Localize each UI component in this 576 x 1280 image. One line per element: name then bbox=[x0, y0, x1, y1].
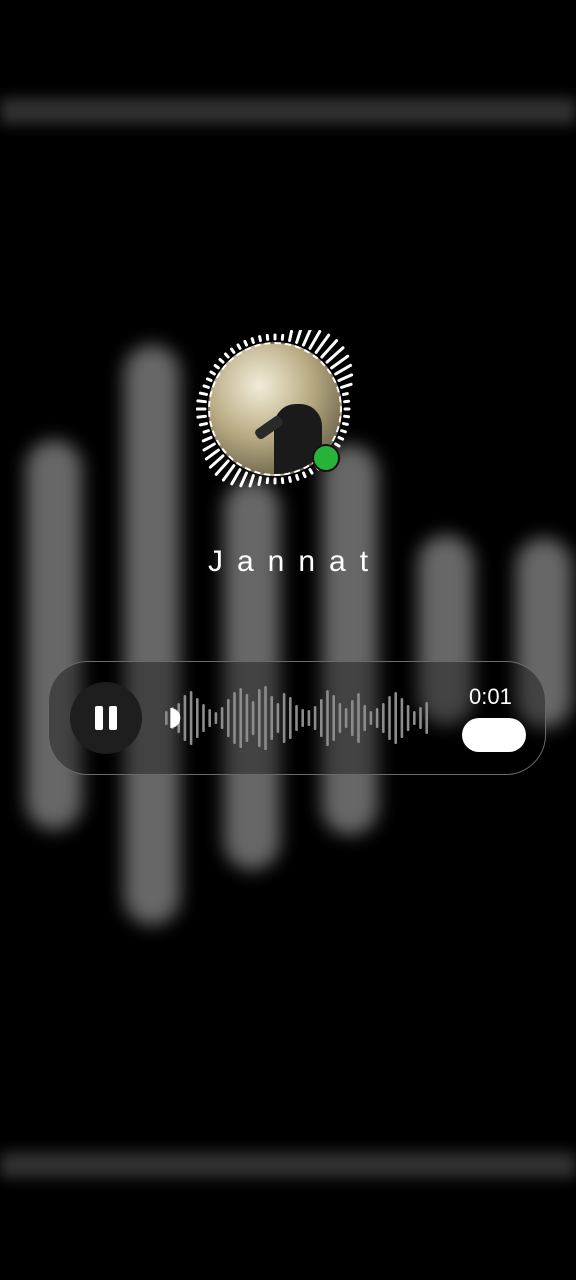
waveform-bar bbox=[165, 711, 168, 725]
pause-button[interactable] bbox=[70, 682, 142, 754]
waveform-bar bbox=[270, 696, 273, 740]
visualizer-tick bbox=[341, 392, 349, 396]
waveform-bar bbox=[196, 698, 199, 738]
waveform-bar bbox=[202, 704, 205, 732]
waveform-bar bbox=[189, 691, 193, 745]
waveform-bar bbox=[338, 703, 342, 733]
waveform-bar bbox=[313, 706, 317, 730]
visualizer-tick bbox=[258, 335, 262, 343]
waveform-bar bbox=[264, 686, 267, 750]
visualizer-tick bbox=[202, 442, 216, 452]
waveform-bar bbox=[425, 702, 428, 734]
visualizer-tick bbox=[198, 391, 209, 396]
visualizer-tick bbox=[337, 373, 354, 383]
waveform-bar bbox=[282, 693, 286, 743]
waveform-bar bbox=[406, 705, 410, 731]
pause-icon bbox=[109, 706, 117, 730]
visualizer-tick bbox=[202, 384, 210, 389]
visualizer-tick bbox=[334, 363, 353, 376]
visualizer-tick bbox=[340, 382, 353, 389]
visualizer-tick bbox=[236, 343, 242, 350]
visualizer-tick bbox=[196, 399, 207, 404]
waveform-bar bbox=[289, 697, 292, 739]
background-bar bbox=[124, 345, 180, 925]
waveform-bar bbox=[375, 708, 379, 728]
waveform-bar bbox=[394, 692, 397, 744]
waveform-bar bbox=[369, 711, 373, 725]
visualizer-tick bbox=[295, 330, 303, 344]
waveform-bar bbox=[276, 703, 280, 733]
visualizer-tick bbox=[208, 454, 225, 469]
elapsed-time: 0:01 bbox=[469, 684, 512, 709]
waveform-bar bbox=[214, 712, 218, 724]
visualizer-tick bbox=[218, 357, 225, 364]
waveform-bar bbox=[301, 709, 304, 727]
visualizer-tick bbox=[201, 435, 213, 443]
waveform-bar bbox=[307, 710, 311, 726]
online-status-icon bbox=[312, 444, 340, 472]
waveform-bar bbox=[419, 707, 422, 729]
background-bar bbox=[322, 445, 378, 835]
visualizer-tick bbox=[230, 468, 242, 486]
visualizer-tick bbox=[288, 330, 293, 343]
waveform-bar bbox=[413, 711, 416, 725]
pause-icon bbox=[95, 706, 103, 730]
visualizer-tick bbox=[202, 429, 210, 434]
waveform-bar bbox=[326, 690, 329, 746]
waveform-bar bbox=[245, 694, 249, 742]
visualizer-tick bbox=[334, 442, 341, 448]
visualizer-tick bbox=[214, 459, 230, 476]
visualizer-tick bbox=[248, 474, 255, 488]
visualizer-tick bbox=[301, 330, 312, 347]
waveform-bar bbox=[382, 703, 385, 733]
visualizer-tick bbox=[250, 337, 255, 344]
waveform-bar bbox=[183, 695, 187, 741]
waveform-bar bbox=[357, 693, 360, 743]
waveform-bar bbox=[363, 705, 366, 731]
visualizer-tick bbox=[337, 435, 345, 441]
visualizer-tick bbox=[204, 448, 220, 461]
waveform-bar bbox=[344, 708, 348, 728]
waveform-bar bbox=[233, 692, 236, 744]
waveform-bar bbox=[320, 699, 323, 737]
visualizer-tick bbox=[288, 475, 292, 483]
visualizer-tick bbox=[209, 370, 216, 376]
visualizer-tick bbox=[223, 352, 230, 359]
visualizer-tick bbox=[230, 347, 236, 354]
waveform-bar bbox=[227, 699, 230, 737]
visualizer-tick bbox=[221, 464, 236, 482]
visualizer-tick bbox=[196, 414, 207, 419]
waveform-bar bbox=[388, 696, 391, 740]
visualizer-tick bbox=[198, 422, 209, 427]
background-visualizer bbox=[0, 0, 576, 1280]
visualizer-tick bbox=[308, 330, 322, 350]
waveform-bar bbox=[220, 707, 224, 729]
visualizer-tick bbox=[341, 422, 349, 426]
waveform-bar bbox=[208, 709, 211, 727]
visualizer-tick bbox=[239, 471, 249, 488]
waveform-bar bbox=[332, 695, 335, 741]
waveform-bar bbox=[258, 689, 261, 747]
visualizer-tick bbox=[205, 377, 213, 383]
visualizer-tick bbox=[257, 475, 262, 487]
profile-avatar-group bbox=[196, 330, 366, 500]
waveform-bar bbox=[239, 688, 242, 748]
visualizer-tick bbox=[330, 354, 350, 370]
contact-name: Jannat bbox=[207, 545, 383, 578]
waveform-bar bbox=[295, 705, 298, 731]
waveform-seek-bar[interactable] bbox=[161, 682, 433, 754]
waveform-bar bbox=[251, 701, 255, 735]
visualizer-tick bbox=[295, 474, 300, 481]
voice-message-player: 0:01 bbox=[48, 661, 546, 775]
visualizer-tick bbox=[340, 429, 347, 434]
waveform-bar bbox=[351, 700, 354, 736]
waveform-bar bbox=[400, 698, 404, 738]
playback-speed-toggle[interactable] bbox=[462, 718, 526, 752]
visualizer-tick bbox=[213, 364, 220, 370]
visualizer-tick bbox=[243, 339, 249, 347]
